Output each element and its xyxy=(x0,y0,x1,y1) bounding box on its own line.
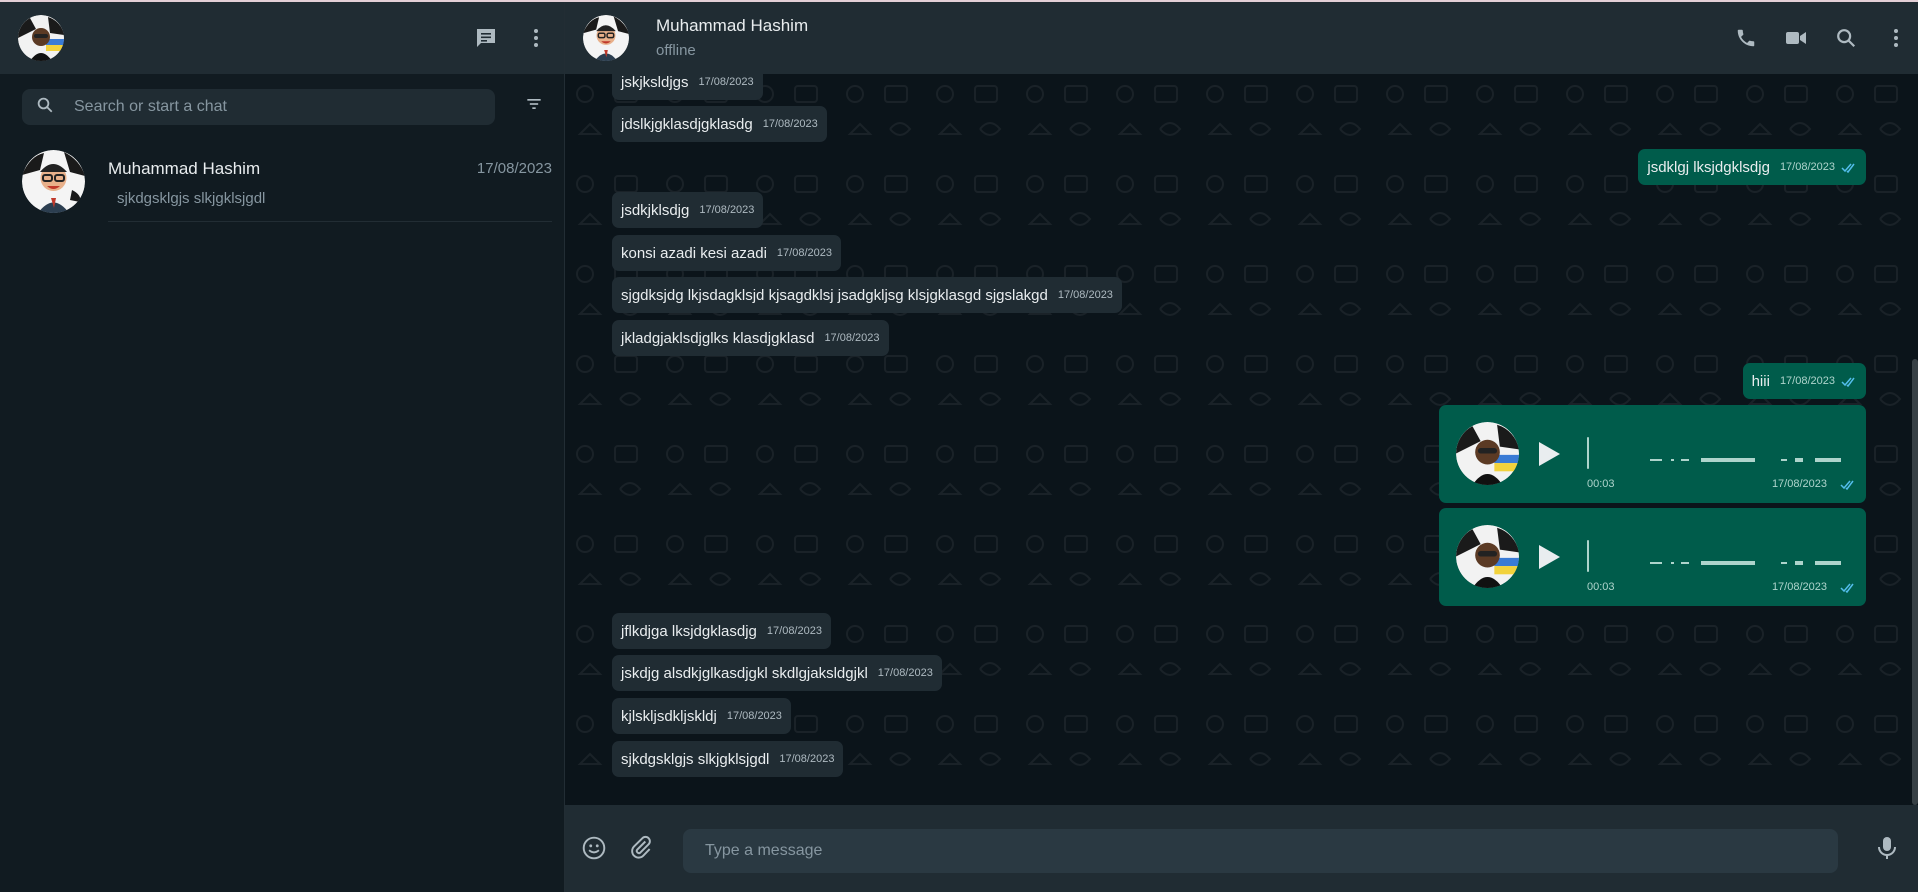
play-icon[interactable] xyxy=(1536,543,1562,576)
waveform xyxy=(1650,451,1846,469)
conversation-header-actions xyxy=(1732,24,1910,52)
message-input[interactable] xyxy=(683,829,1838,873)
message-scrollbar[interactable] xyxy=(1912,359,1918,805)
message-incoming[interactable]: jkladgjaklsdjglks klasdjgklasd 17/08/202… xyxy=(612,320,889,356)
message-time: 17/08/2023 xyxy=(779,753,835,765)
message-time: 17/08/2023 xyxy=(762,118,818,130)
message-time: 17/08/2023 xyxy=(726,710,782,722)
message-text: konsi azadi kesi azadi xyxy=(621,244,767,262)
message-text: sjgdksjdg lkjsdagklsjd kjsagdklsj jsadgk… xyxy=(621,286,1048,304)
message-time: 17/08/2023 xyxy=(1779,161,1835,173)
message-time: 17/08/2023 xyxy=(699,204,755,216)
contact-avatar xyxy=(22,149,85,213)
my-profile-avatar[interactable] xyxy=(18,15,64,61)
voice-duration: 00:03 xyxy=(1587,581,1615,593)
waveform xyxy=(1650,554,1846,572)
sidebar-header xyxy=(0,2,564,74)
message-time: 17/08/2023 xyxy=(824,332,880,344)
conversation-status: offline xyxy=(656,42,696,59)
voice-message[interactable]: 00:03 17/08/2023 xyxy=(1439,508,1866,606)
read-ticks-icon xyxy=(1840,477,1856,495)
message-text: jskjksldjgs xyxy=(621,74,689,91)
message-incoming[interactable]: jskdjg alsdkjglkasdjgkl skdlgjaksldgjkl … xyxy=(612,655,942,691)
message-time: 17/08/2023 xyxy=(1771,581,1827,593)
chat-item-name: Muhammad Hashim xyxy=(108,159,261,178)
emoji-icon[interactable] xyxy=(581,835,607,866)
message-outgoing[interactable]: jsdklgj lksjdgklsdjg 17/08/2023 xyxy=(1638,149,1866,185)
search-icon[interactable] xyxy=(36,96,54,119)
message-text: jkladgjaklsdjglks klasdjgklasd xyxy=(621,329,815,347)
message-time: 17/08/2023 xyxy=(776,247,832,259)
chat-item-meta: Muhammad Hashim 17/08/2023 sjkdgsklgjs s… xyxy=(108,148,552,222)
message-text: jskdjg alsdkjglkasdjgkl skdlgjaksldgjkl xyxy=(621,664,868,682)
conversation-menu-icon[interactable] xyxy=(1882,24,1910,52)
message-incoming[interactable]: jflkdjga lksjdgklasdjg 17/08/2023 xyxy=(612,613,831,649)
conversation-pane: Muhammad Hashim offline jskjksldjgs 17/0… xyxy=(565,2,1918,892)
menu-dots-icon[interactable] xyxy=(522,24,550,52)
voice-duration: 00:03 xyxy=(1587,478,1615,490)
message-incoming[interactable]: konsi azadi kesi azadi 17/08/2023 xyxy=(612,235,841,271)
message-time: 17/08/2023 xyxy=(766,625,822,637)
video-call-icon[interactable] xyxy=(1782,24,1810,52)
read-ticks-icon xyxy=(1841,376,1857,387)
message-text: hiii xyxy=(1751,372,1770,390)
message-time: 17/08/2023 xyxy=(1779,375,1835,387)
conversation-header[interactable]: Muhammad Hashim offline xyxy=(565,2,1918,74)
read-ticks-icon xyxy=(1840,580,1856,598)
message-incoming[interactable]: kjlskljsdkljskldj 17/08/2023 xyxy=(612,698,791,734)
contact-header-avatar[interactable] xyxy=(583,15,629,61)
voice-message[interactable]: 00:03 17/08/2023 xyxy=(1439,405,1866,503)
message-time: 17/08/2023 xyxy=(1771,478,1827,490)
chat-list-item[interactable]: Muhammad Hashim 17/08/2023 sjkdgsklgjs s… xyxy=(0,140,564,222)
voice-call-icon[interactable] xyxy=(1732,24,1760,52)
chat-list-pane: Muhammad Hashim 17/08/2023 sjkdgsklgjs s… xyxy=(0,2,565,892)
message-incoming[interactable]: sjgdksjdg lkjsdagklsjd kjsagdklsj jsadgk… xyxy=(612,277,1122,313)
search-box xyxy=(22,89,495,125)
chat-item-preview: sjkdgsklgjs slkjgklsjgdl xyxy=(117,190,266,207)
message-incoming[interactable]: jskjksldjgs 17/08/2023 xyxy=(612,74,763,100)
message-list[interactable]: jskjksldjgs 17/08/2023 jdslkjgklasdjgkla… xyxy=(565,74,1918,805)
attach-icon[interactable] xyxy=(628,835,654,866)
message-incoming[interactable]: jdslkjgklasdjgklasdg 17/08/2023 xyxy=(612,106,827,142)
message-time: 17/08/2023 xyxy=(877,667,933,679)
message-text: kjlskljsdkljskldj xyxy=(621,707,717,725)
play-icon[interactable] xyxy=(1536,440,1562,473)
read-ticks-icon xyxy=(1841,162,1857,173)
new-chat-icon[interactable] xyxy=(472,24,500,52)
message-text: jsdkjklsdjg xyxy=(621,201,690,219)
search-row xyxy=(0,74,564,140)
message-time: 17/08/2023 xyxy=(698,76,754,88)
message-outgoing[interactable]: hiii 17/08/2023 xyxy=(1742,363,1866,399)
message-time: 17/08/2023 xyxy=(1057,289,1113,301)
message-text: jsdklgj lksjdgklsdjg xyxy=(1647,158,1770,176)
microphone-icon[interactable] xyxy=(1876,835,1898,866)
playback-slider[interactable] xyxy=(1587,540,1589,572)
message-text: jdslkjgklasdjgklasdg xyxy=(621,115,753,133)
search-input[interactable] xyxy=(74,98,454,116)
message-incoming[interactable]: jsdkjklsdjg 17/08/2023 xyxy=(612,192,764,228)
search-messages-icon[interactable] xyxy=(1832,24,1860,52)
voice-sender-avatar xyxy=(1456,422,1519,485)
playback-slider[interactable] xyxy=(1587,437,1589,469)
chat-item-time: 17/08/2023 xyxy=(476,160,552,177)
message-text: sjkdgsklgjs slkjgklsjgdl xyxy=(621,750,770,768)
message-incoming[interactable]: sjkdgsklgjs slkjgklsjgdl 17/08/2023 xyxy=(612,741,844,777)
conversation-title: Muhammad Hashim xyxy=(656,16,809,35)
sidebar-header-actions xyxy=(472,24,550,52)
message-text: jflkdjga lksjdgklasdjg xyxy=(621,622,757,640)
voice-sender-avatar xyxy=(1456,525,1519,588)
message-composer xyxy=(565,805,1918,892)
filter-icon[interactable] xyxy=(524,94,544,119)
